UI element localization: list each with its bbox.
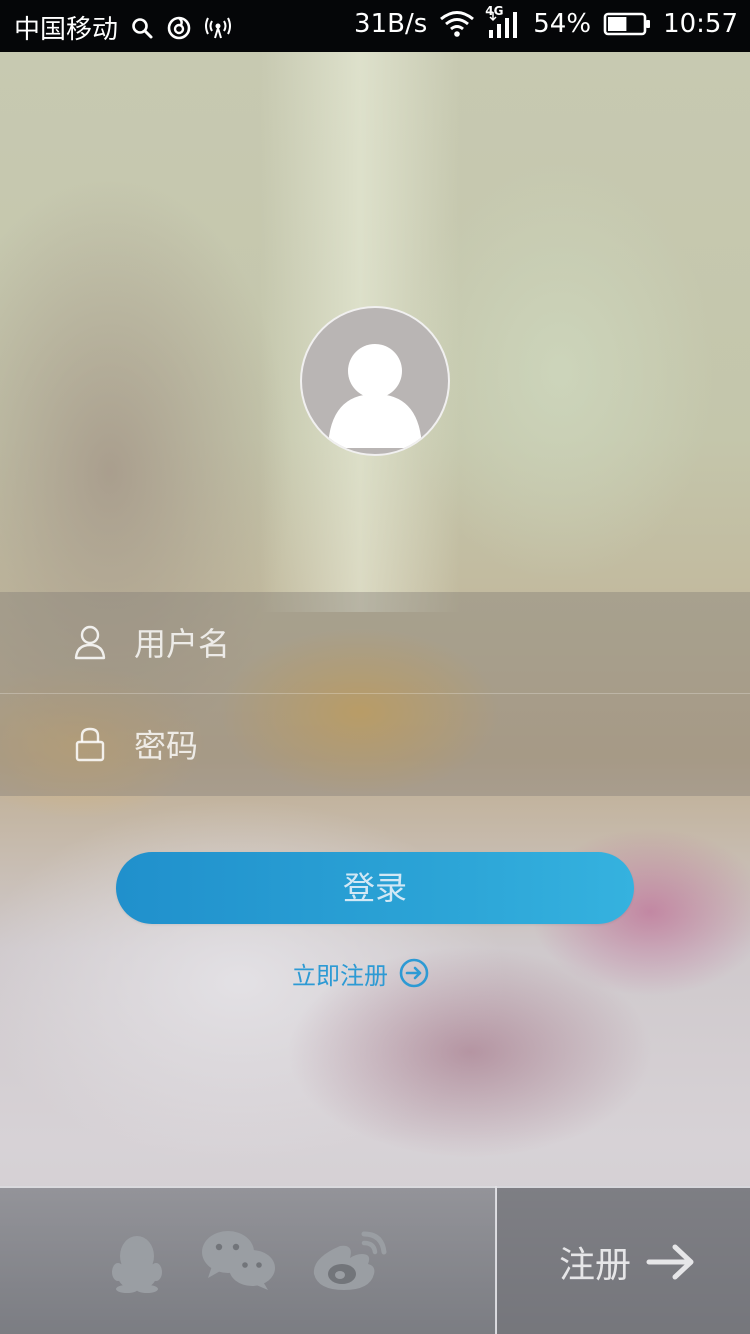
register-button[interactable]: 注册 xyxy=(497,1186,750,1334)
bottom-bar: 注册 xyxy=(0,1186,750,1334)
netease-music-icon xyxy=(166,15,192,41)
login-button[interactable]: 登录 xyxy=(116,852,634,924)
username-row xyxy=(0,592,750,694)
user-icon xyxy=(72,624,108,660)
search-icon xyxy=(130,16,154,40)
username-input[interactable] xyxy=(132,618,696,670)
battery-percent: 54% xyxy=(533,9,592,39)
status-bar: 中国移动 31B/s 4G 54% 10:57 xyxy=(0,0,750,52)
register-now-label: 立即注册 xyxy=(292,961,388,990)
weibo-icon[interactable] xyxy=(310,1228,388,1296)
user-avatar[interactable] xyxy=(300,306,450,456)
password-row xyxy=(0,694,750,795)
social-login-bar xyxy=(0,1186,496,1334)
battery-icon xyxy=(603,11,651,37)
hotspot-icon xyxy=(204,16,232,40)
wifi-icon xyxy=(439,10,475,38)
register-label: 注册 xyxy=(559,1245,632,1286)
signal-icon: 4G xyxy=(485,4,521,38)
login-form xyxy=(0,592,750,796)
register-now-link[interactable]: 立即注册 xyxy=(292,955,430,991)
qq-icon[interactable] xyxy=(106,1232,168,1298)
arrow-right-icon xyxy=(645,1242,697,1282)
net-speed: 31B/s xyxy=(354,9,428,39)
password-input[interactable] xyxy=(132,720,696,772)
clock: 10:57 xyxy=(663,9,738,39)
carrier-name: 中国移动 xyxy=(14,15,119,45)
network-type-label: 4G xyxy=(485,4,504,18)
login-screen: 中国移动 31B/s 4G 54% 10:57 用户名 登录 立即注册 注册 xyxy=(0,0,750,1334)
arrow-right-circle-icon xyxy=(398,957,430,989)
lock-icon xyxy=(72,726,108,762)
default-user-icon xyxy=(328,344,422,448)
wechat-icon[interactable] xyxy=(200,1228,278,1296)
